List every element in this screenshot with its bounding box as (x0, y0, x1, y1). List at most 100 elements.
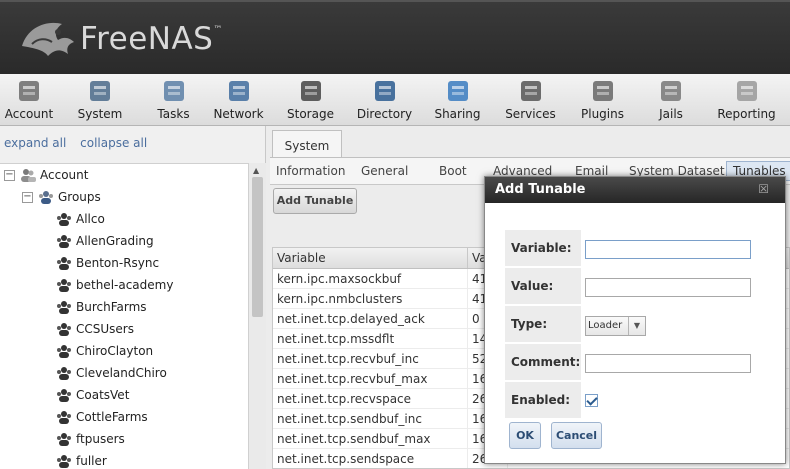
tree-item-group[interactable]: ftpusers (0, 428, 248, 450)
tunable-form: Variable: Value: Type: Loader ▼ Comment:… (505, 230, 777, 420)
group-icon (57, 257, 71, 270)
tree-item-group[interactable]: BurchFarms (0, 296, 248, 318)
cancel-button[interactable]: Cancel (551, 422, 602, 449)
tree-item-group[interactable]: Allco (0, 208, 248, 230)
value-label: Value: (505, 268, 581, 304)
tree-item-group[interactable]: Benton-Rsync (0, 252, 248, 274)
dialog-title-bar: Add Tunable ☒ (485, 177, 785, 203)
type-selected-value: Loader (588, 320, 623, 331)
group-icon (39, 191, 53, 204)
group-icon (57, 279, 71, 292)
expand-all-link[interactable]: expand all (4, 136, 66, 150)
shark-logo-icon (22, 22, 74, 56)
form-row-variable: Variable: (505, 230, 777, 268)
cell-variable: net.inet.tcp.sendbuf_inc (273, 409, 468, 428)
subtab-general[interactable]: General (361, 164, 408, 178)
plugins-icon (592, 81, 613, 101)
toolbar-label: Sharing (434, 107, 481, 121)
group-icon (57, 235, 71, 248)
enabled-checkbox[interactable] (585, 394, 598, 407)
toolbar-label: Account (4, 107, 54, 121)
chevron-down-icon[interactable]: ▼ (628, 317, 645, 335)
toolbar-directory[interactable]: Directory (349, 74, 420, 126)
dialog-title: Add Tunable (495, 182, 586, 197)
comment-input[interactable] (585, 354, 751, 373)
toolbar-system[interactable]: System (58, 74, 142, 126)
toolbar-storage[interactable]: Storage (272, 74, 349, 126)
toolbar-label: Tasks (157, 107, 190, 121)
tree-item-group[interactable]: CCSUsers (0, 318, 248, 340)
tree-item-groups[interactable]: − Groups (0, 186, 248, 208)
tree-item-group[interactable]: CottleFarms (0, 406, 248, 428)
system-icon (90, 81, 110, 101)
reporting-icon (736, 81, 757, 101)
tree-item-group[interactable]: AllenGrading (0, 230, 248, 252)
toolbar-label: Storage (287, 107, 334, 121)
toolbar-label: Reporting (717, 107, 776, 121)
tree-item-group[interactable]: ChiroClayton (0, 340, 248, 362)
directory-icon (374, 81, 395, 101)
tree-item-group[interactable]: CoatsVet (0, 384, 248, 406)
variable-label: Variable: (505, 230, 581, 266)
collapse-toggle[interactable]: − (22, 191, 33, 203)
scroll-up-arrow-icon[interactable]: ▲ (253, 166, 259, 175)
toolbar-jails[interactable]: Jails (639, 74, 703, 126)
cell-variable: net.inet.tcp.recvbuf_inc (273, 349, 468, 368)
cell-variable: net.inet.tcp.recvspace (273, 389, 468, 408)
subtab-information[interactable]: Information (276, 164, 345, 178)
tree-scrollbar[interactable]: ▲ (248, 163, 266, 469)
group-icon (57, 301, 71, 314)
tree-item-account[interactable]: − Account (0, 164, 248, 186)
tree-item-label: ChiroClayton (76, 344, 154, 358)
toolbar-label: Network (213, 107, 264, 121)
tree-item-label: Benton-Rsync (76, 256, 160, 270)
value-input[interactable] (585, 278, 751, 297)
tree-item-label: Account (40, 168, 89, 182)
column-header-variable[interactable]: Variable (273, 248, 468, 268)
cell-variable: net.inet.tcp.delayed_ack (273, 309, 468, 328)
account-icon (19, 81, 39, 101)
group-icon (57, 411, 71, 424)
storage-icon (300, 81, 321, 101)
collapse-toggle[interactable]: − (4, 169, 15, 181)
tree-item-label: Groups (58, 190, 101, 204)
tree-panel: expand all collapse all − Account − Grou… (0, 126, 266, 469)
toolbar-plugins[interactable]: Plugins (566, 74, 639, 126)
services-icon (520, 81, 541, 101)
toolbar-label: Plugins (581, 107, 624, 121)
type-select[interactable]: Loader ▼ (585, 316, 646, 336)
tree-item-group[interactable]: bethel-academy (0, 274, 248, 296)
form-row-type: Type: Loader ▼ (505, 306, 777, 344)
toolbar-tasks[interactable]: Tasks (142, 74, 205, 126)
scroll-thumb[interactable] (252, 177, 263, 317)
tree-item-label: CoatsVet (76, 388, 130, 402)
add-tunable-button[interactable]: Add Tunable (273, 188, 357, 214)
collapse-all-link[interactable]: collapse all (80, 136, 147, 150)
tree-item-group[interactable]: ClevelandChiro (0, 362, 248, 384)
toolbar-sharing[interactable]: Sharing (420, 74, 495, 126)
tree-item-label: bethel-academy (76, 278, 174, 292)
navigation-tree: − Account − Groups Allco AllenGrading Bent… (0, 163, 248, 469)
subtab-boot[interactable]: Boot (439, 164, 467, 178)
freenas-logo: FreeNAS™ (18, 16, 223, 62)
variable-input[interactable] (585, 240, 751, 259)
toolbar-account[interactable]: Account (0, 74, 58, 126)
ok-button[interactable]: OK (509, 422, 541, 449)
toolbar-network[interactable]: Network (205, 74, 272, 126)
toolbar-reporting[interactable]: Reporting (703, 74, 790, 126)
toolbar-label: System (77, 107, 123, 121)
comment-label: Comment: (505, 344, 581, 380)
cell-variable: net.inet.tcp.sendspace (273, 449, 468, 468)
toolbar-label: Jails (659, 107, 683, 121)
brand-name: FreeNAS™ (80, 21, 223, 57)
group-icon (57, 389, 71, 402)
form-row-comment: Comment: (505, 344, 777, 382)
toolbar-services[interactable]: Services (495, 74, 566, 126)
close-icon[interactable]: ☒ (758, 182, 769, 196)
group-icon (57, 345, 71, 358)
form-row-enabled: Enabled: (505, 382, 777, 420)
cell-variable: kern.ipc.maxsockbuf (273, 269, 468, 288)
cell-variable: net.inet.tcp.recvbuf_max (273, 369, 468, 388)
tab-system[interactable]: System (272, 130, 342, 158)
tree-item-group[interactable]: fuller (0, 450, 248, 469)
